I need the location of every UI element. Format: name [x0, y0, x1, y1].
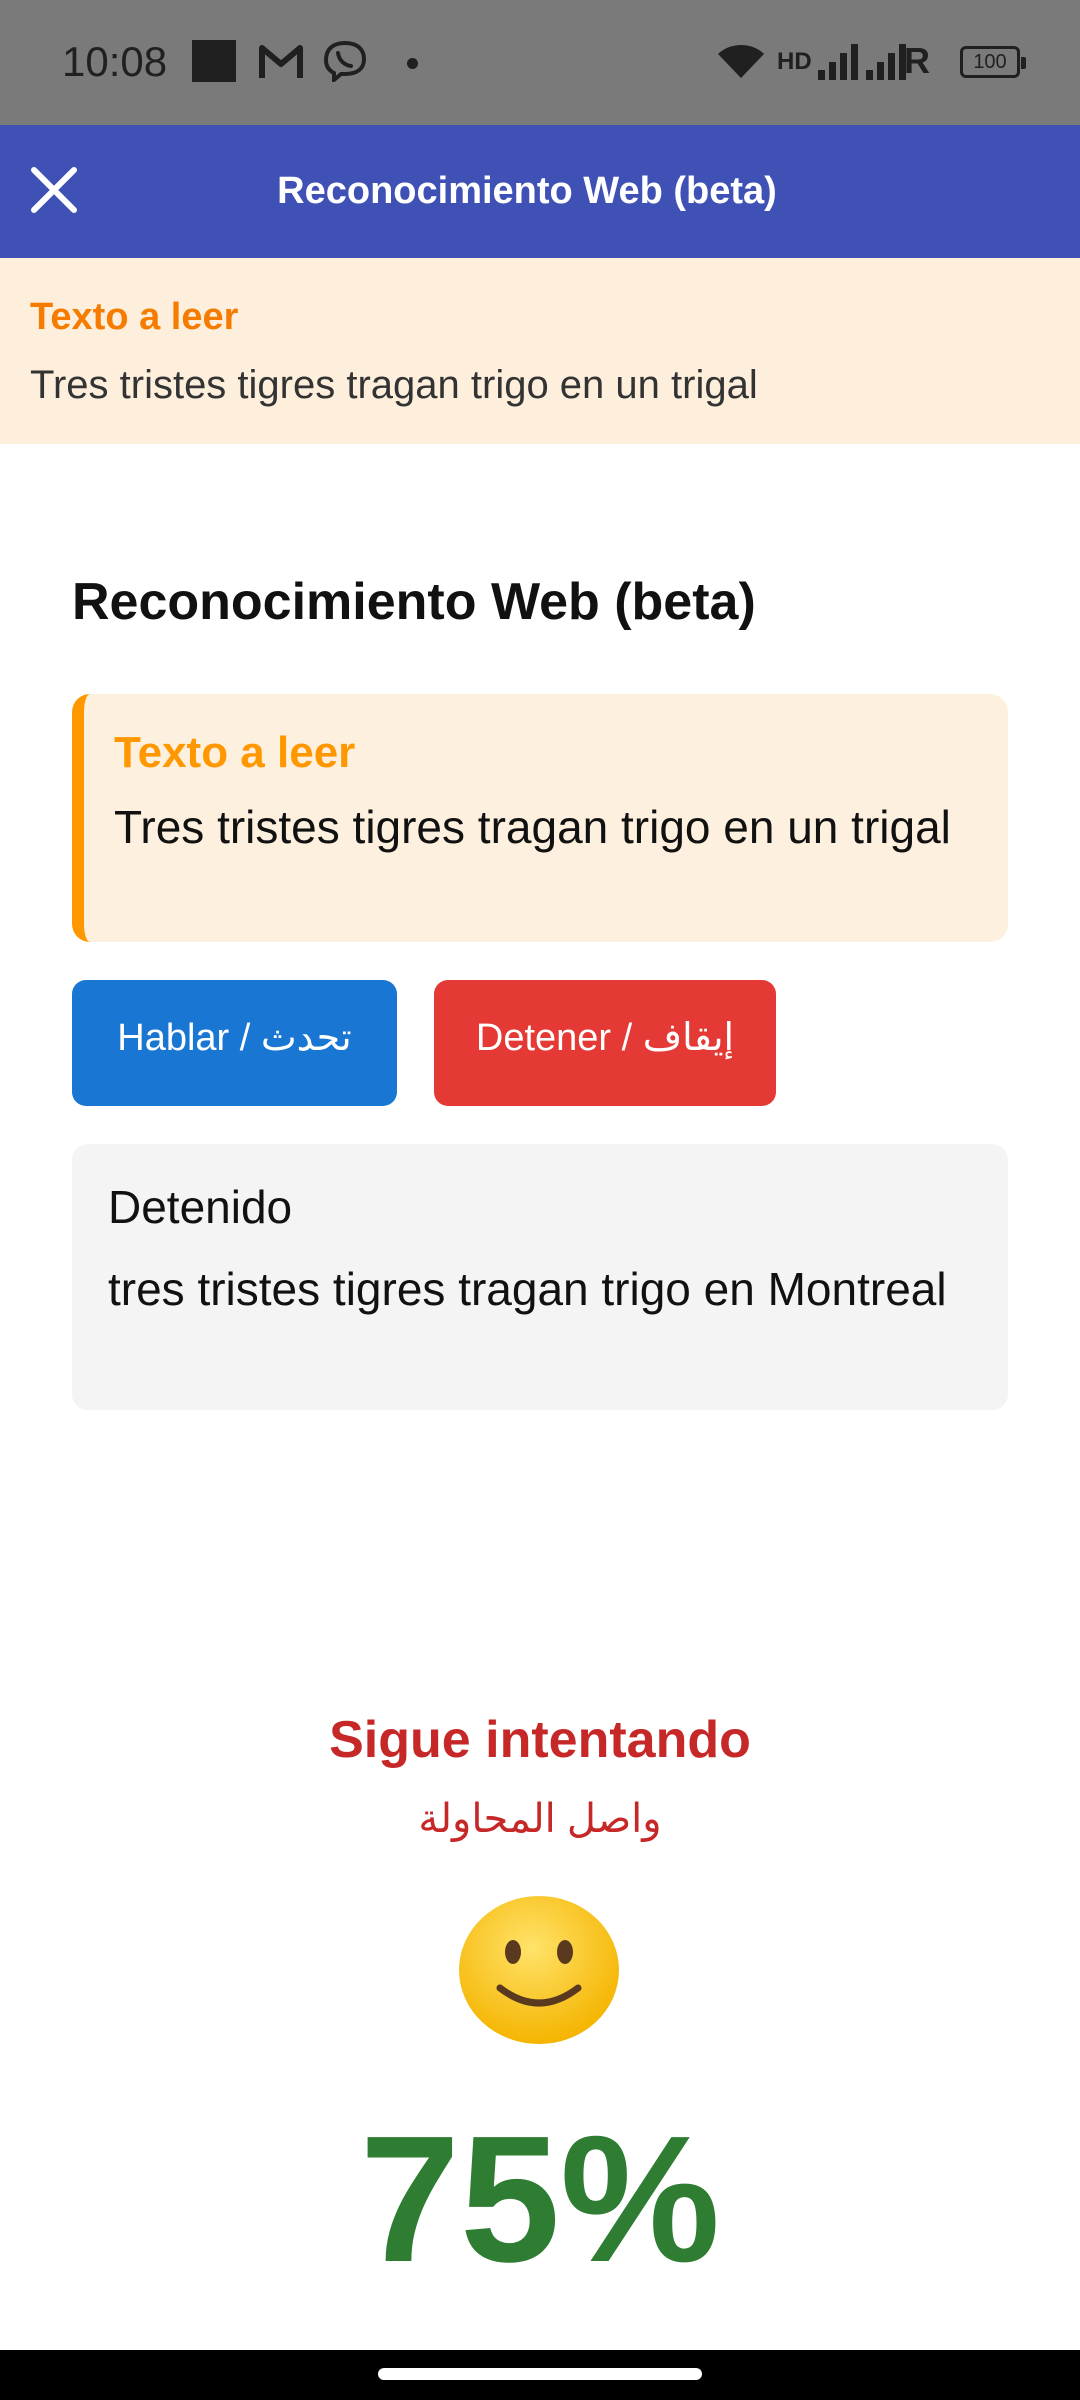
text-to-read-banner: Texto a leer Tres tristes tigres tragan … [0, 258, 1080, 444]
close-icon[interactable] [22, 158, 86, 222]
stop-button[interactable]: Detener / إيقاف [434, 980, 776, 1106]
speak-button[interactable]: Hablar / تحدث [72, 980, 397, 1106]
read-card-label: Texto a leer [114, 728, 356, 777]
home-gesture-handle[interactable] [378, 2368, 702, 2380]
signal-icon [818, 44, 858, 80]
gmail-icon [259, 45, 303, 78]
score-percentage: 75% [359, 2099, 721, 2300]
battery-level: 100 [973, 51, 1007, 73]
recognition-transcript: tres tristes tigres tragan trigo en Mont… [108, 1263, 947, 1315]
banner-label: Texto a leer [30, 296, 239, 338]
status-time: 10:08 [62, 38, 168, 85]
page-title: Reconocimiento Web (beta) [72, 573, 756, 631]
feedback-message: Sigue intentando [329, 1711, 751, 1769]
feedback-message-arabic: واصل المحاولة [418, 1797, 662, 1841]
recognition-result-box: Detenido tres tristes tigres tragan trig… [72, 1144, 1008, 1410]
app-bar: Reconocimiento Web (beta) [0, 125, 1080, 258]
notification-square-icon [192, 40, 236, 82]
more-notifications-dot [407, 58, 418, 69]
status-bar: 10:08 HD R 100 [0, 0, 1080, 125]
smiley-face-icon [459, 1896, 619, 2044]
hd-label: HD [777, 48, 812, 75]
read-card-text: Tres tristes tigres tragan trigo en un t… [114, 801, 951, 853]
text-to-read-card: Texto a leer Tres tristes tigres tragan … [72, 694, 1008, 942]
banner-text: Tres tristes tigres tragan trigo en un t… [30, 363, 758, 407]
wifi-icon [718, 45, 764, 78]
recognition-status: Detenido [108, 1181, 293, 1233]
battery-icon: 100 [960, 46, 1026, 78]
roaming-label: R [904, 40, 930, 81]
app-bar-title: Reconocimiento Web (beta) [277, 170, 777, 212]
signal-icon-2 [866, 44, 906, 80]
viber-icon [323, 40, 367, 82]
